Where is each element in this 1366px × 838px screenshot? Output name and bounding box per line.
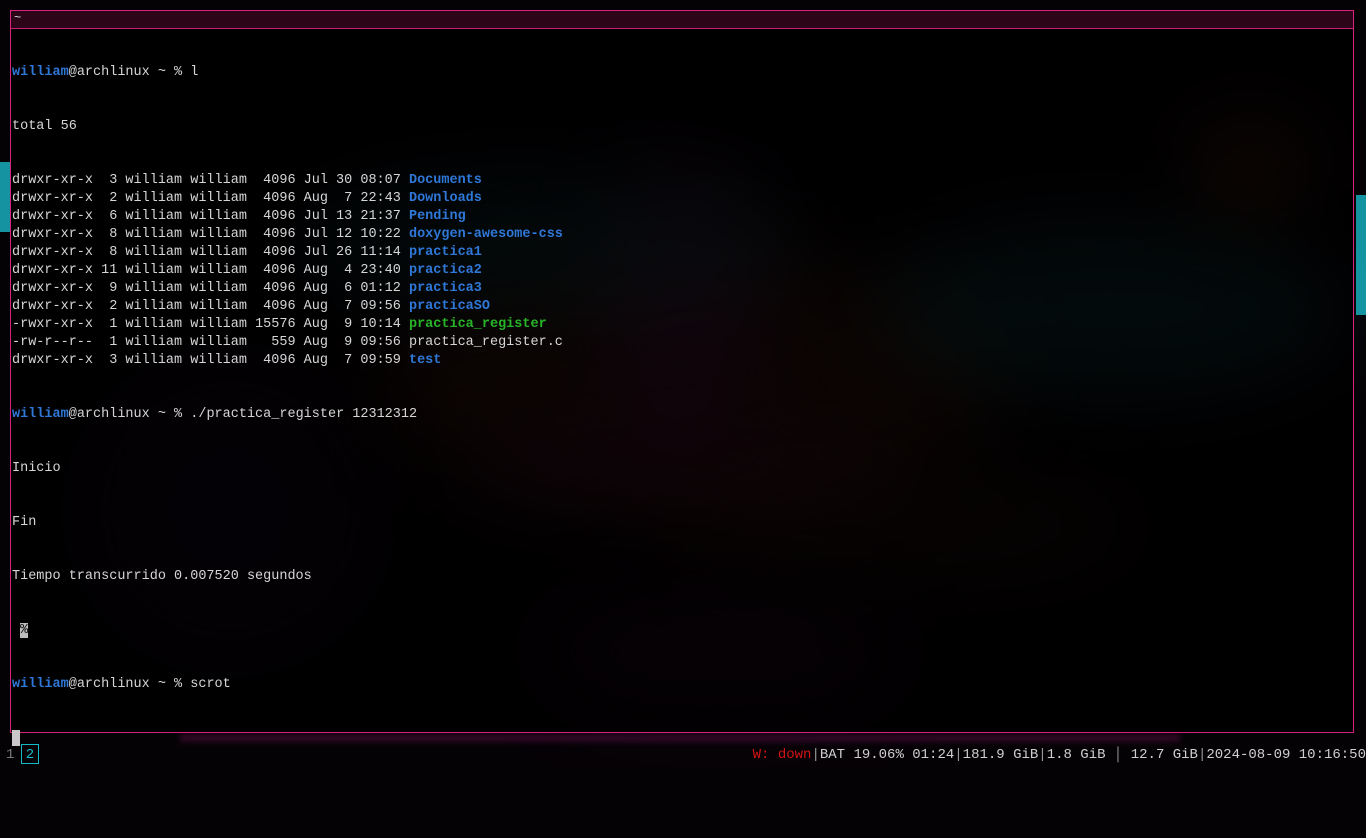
- listing-filename: test: [408, 353, 442, 368]
- battery-status: BAT 19.06% 01:24: [819, 747, 955, 763]
- listing-meta: drwxr-xr-x 6 william william 4096 Jul 13…: [12, 209, 409, 224]
- listing-meta: drwxr-xr-x 8 william william 4096 Jul 12…: [12, 227, 409, 242]
- prompt-line: william@archlinux ~ % ./practica_registe…: [12, 406, 1353, 424]
- workspace-2-button[interactable]: 2: [21, 744, 39, 764]
- command-text: ./practica_register 12312312: [190, 407, 418, 422]
- output-line: Fin: [12, 515, 37, 530]
- listing-filename: practica3: [408, 281, 482, 296]
- listing-filename: practicaSO: [408, 299, 490, 314]
- output-line: Inicio: [12, 461, 61, 476]
- listing-row: drwxr-xr-x 6 william william 4096 Jul 13…: [12, 208, 1353, 226]
- terminal-output[interactable]: william@archlinux ~ % l total 56 drwxr-x…: [12, 28, 1353, 746]
- listing-meta: drwxr-xr-x 3 william william 4096 Aug 7 …: [12, 353, 409, 368]
- output-line: Tiempo transcurrido 0.007520 segundos: [12, 569, 312, 584]
- disk-status: 181.9 GiB: [962, 747, 1039, 763]
- separator: │: [1105, 747, 1131, 763]
- listing-meta: drwxr-xr-x 11 william william 4096 Aug 4…: [12, 263, 409, 278]
- partial-line-marker: %: [12, 622, 1353, 640]
- swap-status: 12.7 GiB: [1130, 747, 1198, 763]
- command-text: scrot: [190, 677, 231, 692]
- directory-listing: drwxr-xr-x 3 william william 4096 Jul 30…: [12, 172, 1353, 370]
- prompt-line: william@archlinux ~ % scrot: [12, 676, 1353, 694]
- listing-filename: practica_register.c: [408, 335, 563, 350]
- listing-meta: drwxr-xr-x 9 william william 4096 Aug 6 …: [12, 281, 409, 296]
- memory-status: 1.8 GiB: [1046, 747, 1106, 763]
- listing-row: drwxr-xr-x 9 william william 4096 Aug 6 …: [12, 280, 1353, 298]
- listing-filename: Downloads: [408, 191, 482, 206]
- separator: |: [1038, 747, 1047, 763]
- status-info: W: down|BAT 19.06% 01:24|181.9 GiB|1.8 G…: [753, 743, 1366, 767]
- datetime: 2024-08-09 10:16:50: [1206, 747, 1366, 763]
- listing-meta: drwxr-xr-x 2 william william 4096 Aug 7 …: [12, 191, 409, 206]
- terminal-title: ~: [14, 11, 22, 25]
- listing-row: drwxr-xr-x 8 william william 4096 Jul 12…: [12, 226, 1353, 244]
- listing-row: drwxr-xr-x 3 william william 4096 Aug 7 …: [12, 352, 1353, 370]
- separator: |: [954, 747, 963, 763]
- listing-row: -rw-r--r-- 1 william william 559 Aug 9 0…: [12, 334, 1353, 352]
- prompt-host: @archlinux ~ %: [68, 65, 191, 80]
- listing-filename: practica2: [408, 263, 482, 278]
- wifi-status: W: down: [752, 747, 812, 763]
- prompt-host: @archlinux ~ %: [68, 677, 191, 692]
- listing-row: drwxr-xr-x 2 william william 4096 Aug 7 …: [12, 190, 1353, 208]
- listing-filename: practica1: [408, 245, 482, 260]
- status-bar: 1 2 W: down|BAT 19.06% 01:24|181.9 GiB|1…: [0, 742, 1366, 768]
- listing-filename: doxygen-awesome-css: [408, 227, 563, 242]
- prompt-user: william: [12, 407, 69, 422]
- listing-filename: Pending: [408, 209, 466, 224]
- listing-filename: practica_register: [408, 317, 547, 332]
- output-line: total 56: [12, 119, 77, 134]
- listing-row: drwxr-xr-x 3 william william 4096 Jul 30…: [12, 172, 1353, 190]
- separator: |: [811, 747, 820, 763]
- no-newline-marker: %: [20, 623, 29, 638]
- workspace-1-button[interactable]: 1: [6, 743, 14, 767]
- listing-row: drwxr-xr-x 2 william william 4096 Aug 7 …: [12, 298, 1353, 316]
- prompt-user: william: [12, 65, 69, 80]
- listing-meta: drwxr-xr-x 3 william william 4096 Jul 30…: [12, 173, 409, 188]
- listing-row: drwxr-xr-x 8 william william 4096 Jul 26…: [12, 244, 1353, 262]
- listing-meta: -rwxr-xr-x 1 william william 15576 Aug 9…: [12, 317, 409, 332]
- listing-meta: drwxr-xr-x 2 william william 4096 Aug 7 …: [12, 299, 409, 314]
- listing-row: -rwxr-xr-x 1 william william 15576 Aug 9…: [12, 316, 1353, 334]
- command-text: l: [190, 65, 199, 80]
- listing-meta: -rw-r--r-- 1 william william 559 Aug 9 0…: [12, 335, 409, 350]
- prompt-host: @archlinux ~ %: [68, 407, 191, 422]
- terminal-titlebar: ~: [11, 11, 1353, 29]
- terminal-window[interactable]: ~ william@archlinux ~ % l total 56 drwxr…: [10, 10, 1354, 746]
- listing-row: drwxr-xr-x 11 william william 4096 Aug 4…: [12, 262, 1353, 280]
- listing-filename: Documents: [408, 173, 482, 188]
- prompt-user: william: [12, 677, 69, 692]
- listing-meta: drwxr-xr-x 8 william william 4096 Jul 26…: [12, 245, 409, 260]
- prompt-line: william@archlinux ~ % l: [12, 64, 1353, 82]
